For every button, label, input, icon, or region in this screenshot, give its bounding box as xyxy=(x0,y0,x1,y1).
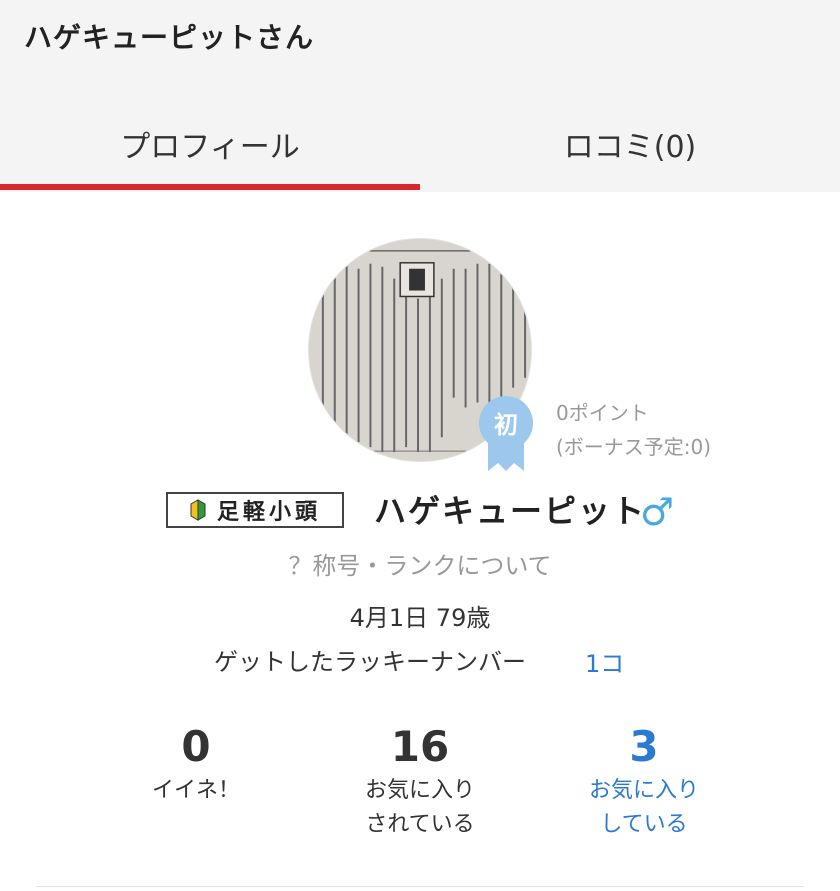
favoriting-label-line1: お気に入り xyxy=(588,778,699,803)
favorited-by-stat: 16 お気に入り されている xyxy=(330,722,510,842)
header-bar: ハゲキューピットさん プロフィール ロコミ(0) xyxy=(0,0,840,192)
tab-profile-label: プロフィール xyxy=(120,130,300,165)
rank-help-link[interactable]: ？称号・ランクについて xyxy=(0,546,840,581)
beginner-badge-label: 初 xyxy=(494,411,518,439)
favorited-by-count: 16 xyxy=(390,722,450,771)
favorited-by-label: お気に入り されている xyxy=(330,774,510,842)
favorited-by-label-line1: お気に入り xyxy=(364,778,475,803)
rank-badge: 足軽小頭 xyxy=(166,492,344,528)
beginner-mark-icon xyxy=(190,499,206,521)
tab-reviews-label: ロコミ(0) xyxy=(563,130,697,165)
likes-count: 0 xyxy=(181,722,211,771)
active-tab-indicator xyxy=(0,184,420,190)
favoriting-label: お気に入り している xyxy=(554,774,734,842)
tab-bar: プロフィール ロコミ(0) xyxy=(0,96,840,192)
birthday-age: 4月1日 79歳 xyxy=(349,604,491,632)
lucky-number-label: ゲットしたラッキーナンバー xyxy=(214,648,526,676)
male-icon: ♂ xyxy=(640,490,675,534)
username: ハゲキューピット xyxy=(374,492,647,530)
beginner-badge: 初 xyxy=(476,395,536,473)
likes-label: イイネ！ xyxy=(151,778,240,803)
points-info: 0ポイント (ボーナス予定:0) xyxy=(556,396,711,464)
likes-stat: 0 イイネ！ xyxy=(106,722,286,808)
bonus-points: (ボーナス予定:0) xyxy=(556,435,712,459)
rank-label: 足軽小頭 xyxy=(216,499,321,525)
tab-reviews[interactable]: ロコミ(0) xyxy=(420,96,840,192)
favorited-by-label-line2: されている xyxy=(365,812,475,837)
favoriting-stat-link[interactable]: 3 お気に入り している xyxy=(554,722,734,842)
section-divider xyxy=(36,886,804,887)
favoriting-count: 3 xyxy=(629,722,659,771)
page-title: ハゲキューピットさん xyxy=(24,21,315,54)
lucky-number-count-link[interactable]: 1コ xyxy=(585,644,624,679)
points-value: 0ポイント xyxy=(556,401,649,425)
tab-profile[interactable]: プロフィール xyxy=(0,96,420,192)
favoriting-label-line2: している xyxy=(600,812,688,837)
